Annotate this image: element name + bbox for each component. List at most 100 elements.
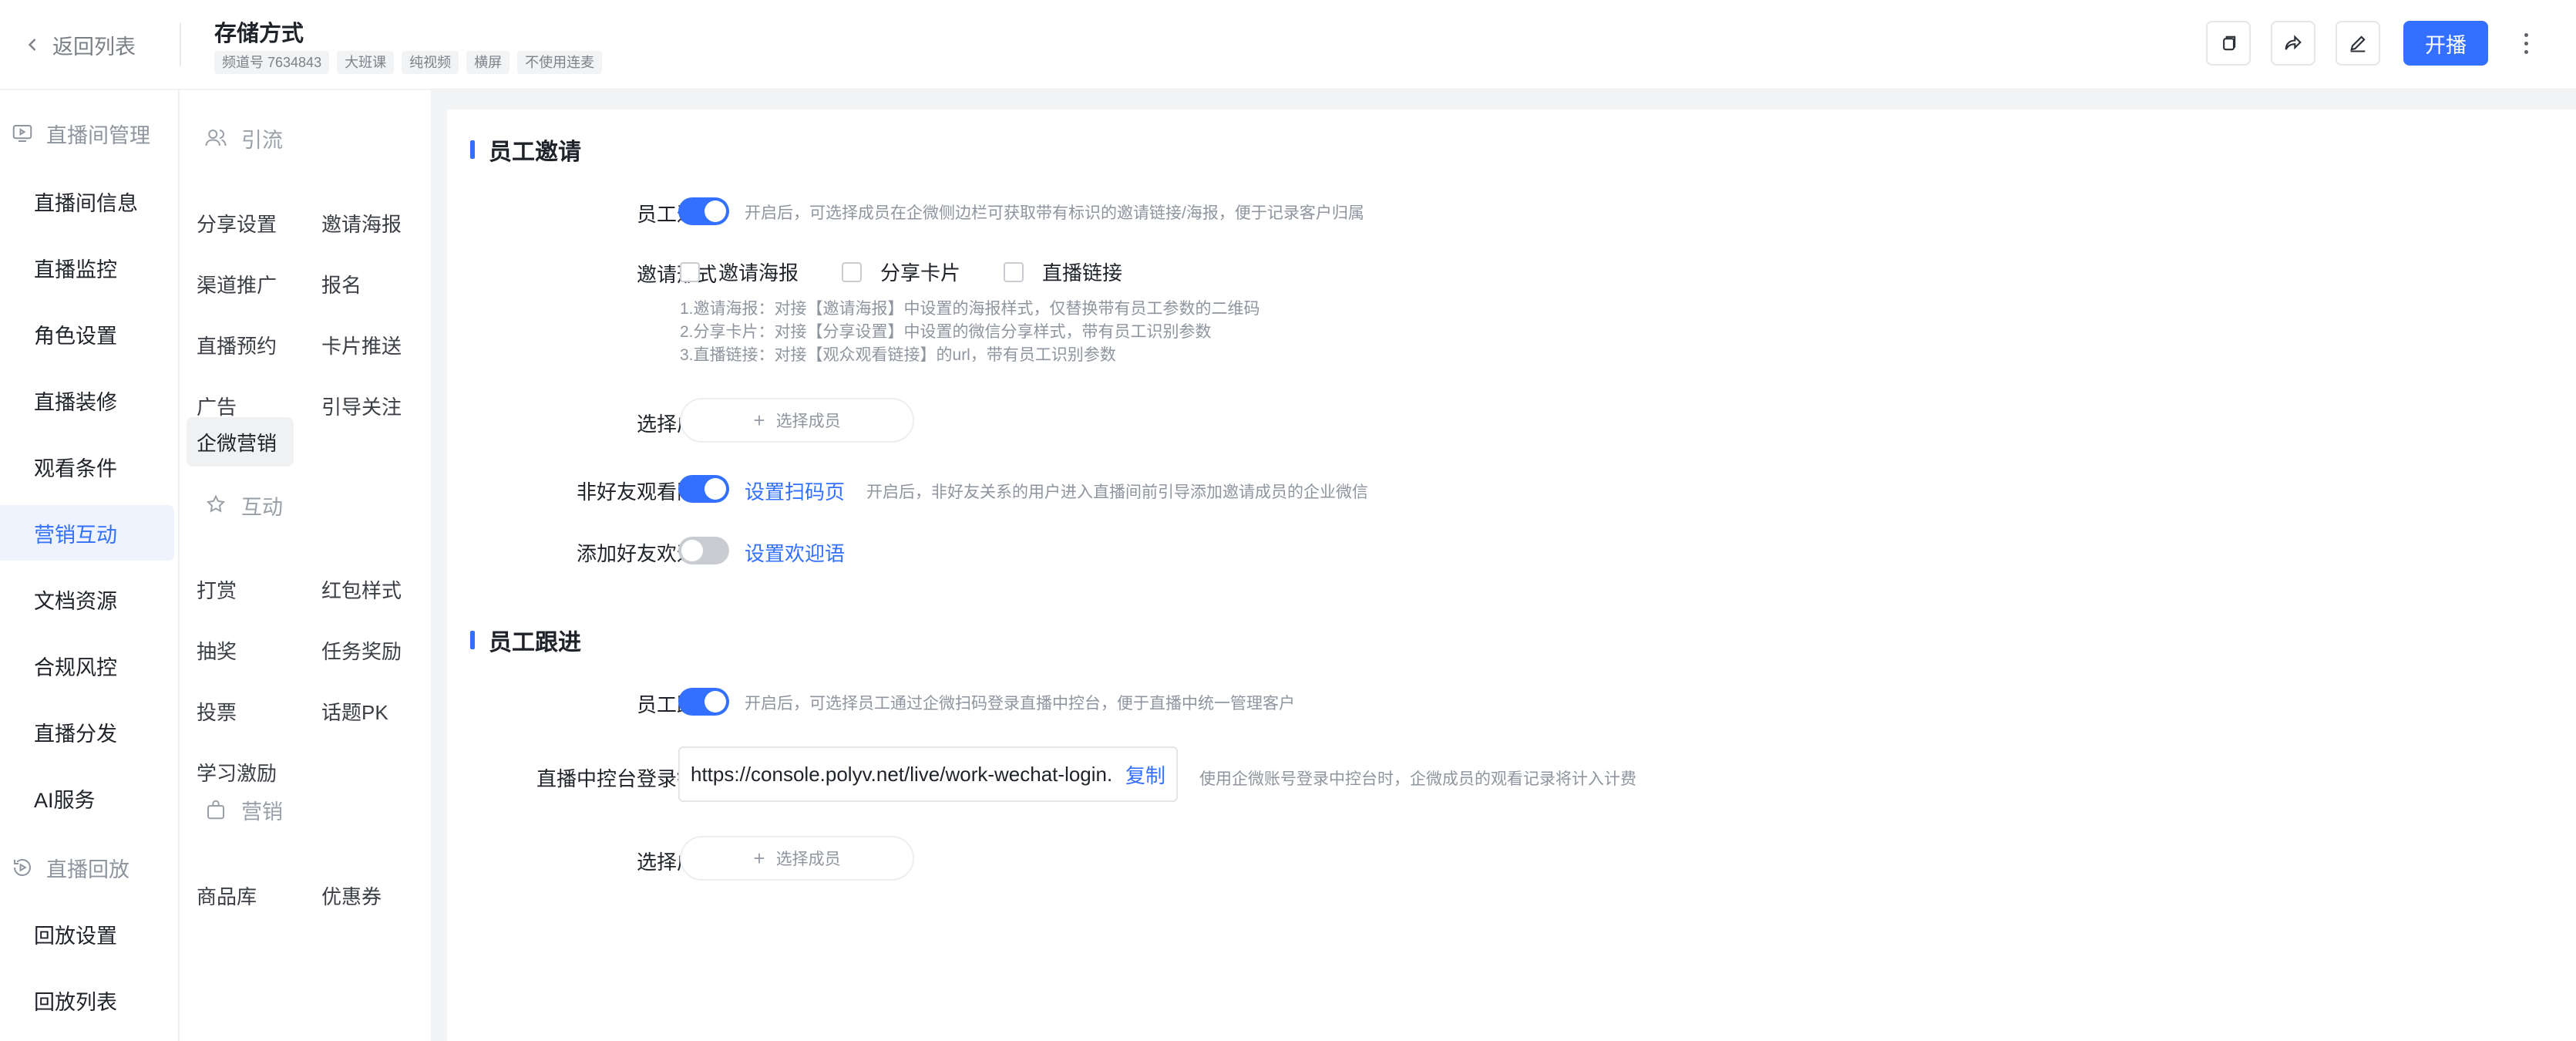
sidebar-item-ai-service[interactable]: AI服务 [0, 770, 174, 826]
console-url-field[interactable]: https://console.polyv.net/live/work-wech… [678, 746, 1178, 802]
console-url-text: https://console.polyv.net/live/work-wech… [691, 762, 1113, 786]
sidebar-item-decoration[interactable]: 直播装修 [0, 372, 174, 428]
section-title-staff-invite: 员工邀请 [470, 133, 581, 167]
checkbox-box[interactable] [1004, 261, 1024, 282]
subnav-card-push[interactable]: 卡片推送 [304, 320, 419, 369]
star-chat-icon [206, 494, 226, 513]
sidebar-item-room-info[interactable]: 直播间信息 [0, 174, 174, 229]
checkbox-share-card[interactable]: 分享卡片 [842, 258, 960, 286]
subnav-topic-pk[interactable]: 话题PK [304, 686, 405, 736]
mic-tag: 不使用连麦 [517, 51, 603, 74]
section-title-text: 员工跟进 [489, 630, 581, 655]
channel-id-tag: 频道号 7634843 [214, 51, 330, 74]
invite-form-description: 1.邀请海报：对接【邀请海报】中设置的海报样式，仅替换带有员工参数的二维码 2.… [680, 298, 1260, 367]
share-icon [2285, 35, 2302, 50]
nonfriend-limit-switch[interactable] [678, 475, 729, 503]
copy-channel-button[interactable] [2206, 21, 2251, 66]
subnav-channel-promotion[interactable]: 渠道推广 [180, 259, 294, 308]
follow-select-member-button[interactable]: + 选择成员 [680, 836, 914, 881]
subnav-red-packet[interactable]: 红包样式 [304, 564, 419, 614]
switch-knob [705, 691, 726, 713]
desc-line: 1.邀请海报：对接【邀请海报】中设置的海报样式，仅替换带有员工参数的二维码 [680, 300, 1260, 318]
sidebar-item-replay-list[interactable]: 回放列表 [0, 972, 174, 1028]
subnav-product-library[interactable]: 商品库 [180, 871, 274, 920]
group-label: 直播回放 [46, 857, 129, 881]
shopping-bag-icon [207, 800, 224, 820]
subgroup-label: 引流 [241, 128, 283, 152]
subnav-coupon[interactable]: 优惠券 [304, 871, 399, 920]
group-live-replay[interactable]: 直播回放 [11, 852, 129, 883]
desc-line: 3.直播链接：对接【观众观看链接】的url，带有员工识别参数 [680, 346, 1116, 364]
checkbox-live-link[interactable]: 直播链接 [1004, 258, 1122, 286]
select-member-button[interactable]: + 选择成员 [680, 398, 914, 443]
checkbox-box[interactable] [680, 261, 700, 282]
subnav-share-settings[interactable]: 分享设置 [180, 198, 294, 248]
staff-invite-switch[interactable] [678, 197, 729, 225]
switch-knob [705, 200, 726, 222]
subnav-follow-guide[interactable]: 引导关注 [304, 381, 419, 430]
select-member-label: 选择成员 [775, 851, 841, 868]
sidebar-item-compliance[interactable]: 合规风控 [0, 638, 174, 693]
checkbox-label: 分享卡片 [880, 261, 961, 285]
start-live-button[interactable]: 开播 [2403, 21, 2488, 66]
subnav-vote[interactable]: 投票 [180, 686, 254, 736]
checkbox-invite-poster[interactable]: 邀请海报 [680, 258, 799, 286]
more-icon [2524, 32, 2528, 37]
plus-icon: + [753, 408, 765, 432]
subnav-wecom-marketing[interactable]: 企微营销 [187, 417, 294, 467]
nonfriend-hint: 开启后，非好友关系的用户进入直播间前引导添加邀请成员的企业微信 [866, 483, 1368, 501]
sidebar-item-monitor[interactable]: 直播监控 [0, 240, 174, 295]
left-sidebar: 直播间管理 直播间信息 直播监控 角色设置 直播装修 观看条件 营销互动 文档资… [0, 90, 179, 1041]
subnav-invite-poster[interactable]: 邀请海报 [304, 198, 419, 248]
video-type-tag: 纯视频 [402, 51, 459, 74]
checkbox-label: 直播链接 [1042, 261, 1123, 285]
subnav-lottery[interactable]: 抽奖 [180, 625, 254, 675]
chevron-left-icon [28, 39, 36, 51]
sidebar-item-roles[interactable]: 角色设置 [0, 306, 174, 362]
subnav-registration[interactable]: 报名 [304, 259, 378, 308]
staff-follow-switch[interactable] [678, 688, 729, 716]
switch-knob [705, 478, 726, 500]
subgroup-marketing: 营销 [204, 794, 283, 825]
invite-form-options: 邀请海报 分享卡片 直播链接 [680, 258, 1122, 286]
subnav-task-reward[interactable]: 任务奖励 [304, 625, 419, 675]
welcome-message-switch[interactable] [678, 537, 729, 564]
edit-icon [2350, 35, 2366, 52]
sidebar-item-documents[interactable]: 文档资源 [0, 571, 174, 627]
edit-button[interactable] [2336, 21, 2380, 66]
sidebar-item-distribution[interactable]: 直播分发 [0, 704, 174, 760]
subnav-live-booking[interactable]: 直播预约 [180, 320, 294, 369]
sidebar-item-watch-conditions[interactable]: 观看条件 [0, 439, 174, 494]
section-title-text: 员工邀请 [489, 140, 581, 165]
group-live-room-management[interactable]: 直播间管理 [11, 118, 150, 149]
checkbox-box[interactable] [842, 261, 863, 282]
desc-line: 2.分享卡片：对接【分享设置】中设置的微信分享样式，带有员工识别参数 [680, 323, 1212, 341]
sidebar-item-marketing[interactable]: 营销互动 [0, 505, 174, 561]
back-to-list-button[interactable]: 返回列表 [22, 28, 136, 62]
monitor-play-icon [12, 125, 32, 142]
sidebar-item-replay-settings[interactable]: 回放设置 [0, 906, 174, 962]
more-menu-button[interactable] [2514, 28, 2537, 59]
set-scan-page-link[interactable]: 设置扫码页 [745, 477, 845, 505]
replay-icon [14, 859, 31, 877]
subnav-learning-incentive[interactable]: 学习激励 [180, 747, 294, 797]
section-title-staff-follow: 员工跟进 [470, 623, 581, 657]
channel-tags: 频道号 7634843 大班课 纯视频 横屏 不使用连麦 [214, 51, 603, 74]
scene-tag: 大班课 [337, 51, 395, 74]
subnav-reward[interactable]: 打赏 [180, 564, 254, 614]
section-accent-bar [470, 140, 475, 159]
subgroup-label: 营销 [241, 800, 283, 824]
copy-url-button[interactable]: 复制 [1125, 760, 1165, 789]
copy-icon [2223, 35, 2236, 51]
orientation-tag: 横屏 [466, 51, 510, 74]
subgroup-interaction: 互动 [204, 490, 283, 520]
staff-follow-hint: 开启后，可选择员工通过企微扫码登录直播中控台，便于直播中统一管理客户 [745, 695, 1295, 713]
share-button[interactable] [2271, 21, 2315, 66]
back-label: 返回列表 [52, 35, 136, 59]
group-label: 直播间管理 [46, 123, 150, 147]
staff-invite-hint: 开启后，可选择成员在企微侧边栏可获取带有标识的邀请链接/海报，便于记录客户归属 [745, 204, 1364, 222]
top-header: 返回列表 存储方式 频道号 7634843 大班课 纯视频 横屏 不使用连麦 开… [0, 0, 2576, 89]
users-icon [205, 130, 227, 147]
set-welcome-message-link[interactable]: 设置欢迎语 [745, 538, 845, 567]
subgroup-traffic: 引流 [204, 123, 283, 153]
